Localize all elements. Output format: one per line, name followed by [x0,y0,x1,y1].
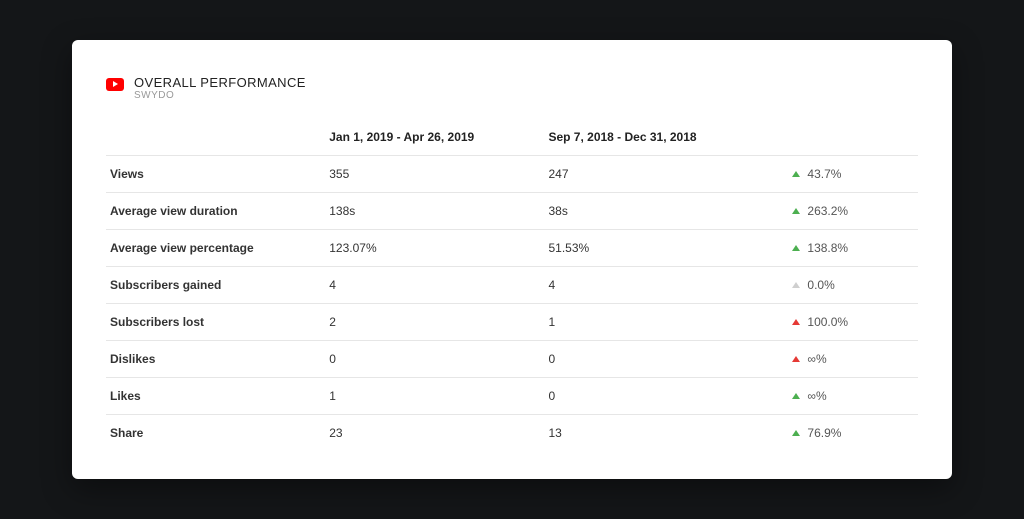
metrics-table: Jan 1, 2019 - Apr 26, 2019 Sep 7, 2018 -… [106,119,918,451]
delta-value: 0.0% [804,278,835,292]
col-period1: Jan 1, 2019 - Apr 26, 2019 [325,119,544,156]
metric-delta: 263.2% [788,193,918,230]
metric-period2: 247 [544,156,788,193]
arrow-up-icon [792,171,800,177]
arrow-up-icon [792,319,800,325]
metric-period2: 38s [544,193,788,230]
metric-label: Subscribers gained [106,267,325,304]
table-row: Views355247 43.7% [106,156,918,193]
card-subtitle: SWYDO [134,90,306,101]
table-row: Average view duration138s38s 263.2% [106,193,918,230]
metric-label: Share [106,415,325,452]
metric-period2: 13 [544,415,788,452]
metric-period2: 0 [544,341,788,378]
metric-label: Dislikes [106,341,325,378]
table-row: Share2313 76.9% [106,415,918,452]
col-period2: Sep 7, 2018 - Dec 31, 2018 [544,119,788,156]
arrow-up-icon [792,393,800,399]
metric-delta: 100.0% [788,304,918,341]
arrow-up-icon [792,282,800,288]
delta-value: 138.8% [804,241,848,255]
arrow-up-icon [792,430,800,436]
delta-value: 43.7% [804,167,841,181]
metric-delta: ∞% [788,378,918,415]
table-row: Subscribers gained44 0.0% [106,267,918,304]
metric-period1: 23 [325,415,544,452]
delta-value: 76.9% [804,426,841,440]
metric-period1: 4 [325,267,544,304]
metric-period2: 0 [544,378,788,415]
metric-period2: 51.53% [544,230,788,267]
metric-label: Average view percentage [106,230,325,267]
metric-period2: 1 [544,304,788,341]
table-row: Average view percentage123.07%51.53% 138… [106,230,918,267]
table-row: Subscribers lost21 100.0% [106,304,918,341]
col-metric [106,119,325,156]
metric-delta: 43.7% [788,156,918,193]
arrow-up-icon [792,356,800,362]
metric-label: Subscribers lost [106,304,325,341]
metric-label: Likes [106,378,325,415]
delta-value: ∞% [804,352,827,366]
metric-period1: 2 [325,304,544,341]
metric-label: Average view duration [106,193,325,230]
metric-label: Views [106,156,325,193]
metric-delta: 76.9% [788,415,918,452]
metric-period1: 138s [325,193,544,230]
delta-value: ∞% [804,389,827,403]
metric-period2: 4 [544,267,788,304]
performance-card: OVERALL PERFORMANCE SWYDO Jan 1, 2019 - … [72,40,952,479]
card-title: OVERALL PERFORMANCE [134,76,306,90]
metric-delta: 0.0% [788,267,918,304]
metric-delta: 138.8% [788,230,918,267]
card-header: OVERALL PERFORMANCE SWYDO [106,76,918,101]
metric-period1: 1 [325,378,544,415]
arrow-up-icon [792,208,800,214]
metric-period1: 355 [325,156,544,193]
table-row: Dislikes00 ∞% [106,341,918,378]
col-delta [788,119,918,156]
metric-period1: 0 [325,341,544,378]
table-header-row: Jan 1, 2019 - Apr 26, 2019 Sep 7, 2018 -… [106,119,918,156]
delta-value: 263.2% [804,204,848,218]
delta-value: 100.0% [804,315,848,329]
metric-delta: ∞% [788,341,918,378]
youtube-icon [106,78,124,91]
table-row: Likes10 ∞% [106,378,918,415]
arrow-up-icon [792,245,800,251]
metric-period1: 123.07% [325,230,544,267]
